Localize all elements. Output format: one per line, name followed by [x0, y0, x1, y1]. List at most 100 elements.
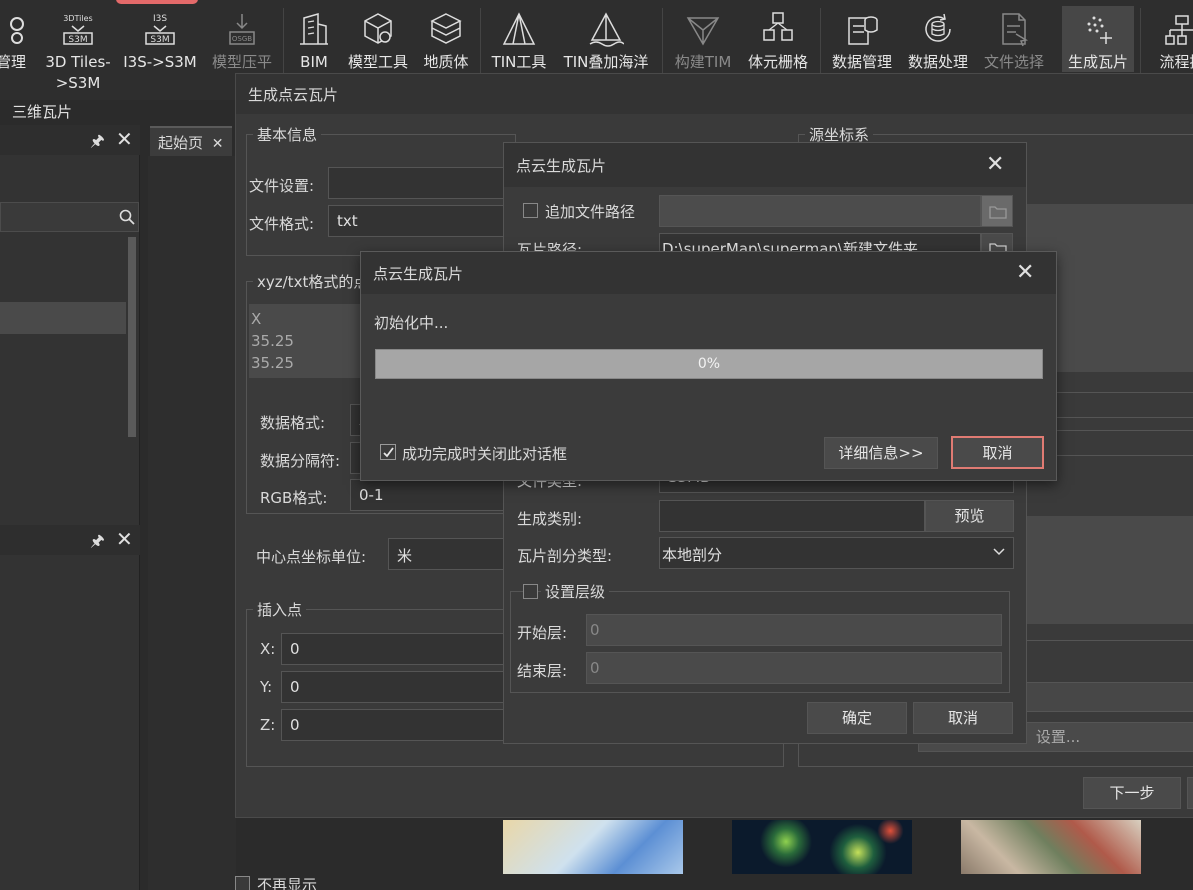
workflow-label: 流程接 [1159, 53, 1193, 71]
cancel-button[interactable]: 取消 [951, 436, 1044, 469]
tin-tools-icon [502, 12, 536, 45]
ok-button[interactable]: 确定 [807, 702, 907, 734]
append-path-browse-button[interactable] [981, 195, 1013, 227]
map-thumbnail-2[interactable] [732, 820, 912, 874]
tin-ocean-icon [589, 12, 624, 47]
tab-start-page[interactable]: 起始页 ✕ [150, 126, 232, 156]
cancel-button[interactable]: 取消 [913, 702, 1013, 734]
x-label: X: [260, 640, 276, 658]
model-tools-icon [364, 13, 392, 44]
y-input[interactable]: 0 [281, 671, 511, 703]
bim-icon [300, 13, 328, 45]
crs-divider [1016, 640, 1193, 660]
progress-percent: 0% [697, 356, 721, 372]
document-area [148, 156, 236, 890]
data-manage-label: 数据管理 [831, 53, 892, 71]
extra-button[interactable] [1187, 777, 1193, 809]
dialog-title: 点云生成瓦片 [504, 143, 1026, 187]
close-on-finish-label: 成功完成时关闭此对话框 [402, 445, 568, 463]
tin-tools-label: TIN工具 [491, 53, 547, 71]
voxel-grid-icon [763, 12, 793, 41]
geology-icon [430, 13, 462, 44]
close-icon[interactable]: ✕ [986, 152, 1004, 177]
left-scrollbar[interactable] [128, 237, 136, 437]
insert-point-title: 插入点 [253, 599, 307, 620]
gen-category-field[interactable] [659, 500, 925, 532]
manage-label: 管理 [0, 53, 26, 71]
osgb-icon-text: OSGB [232, 35, 252, 43]
dont-show-label: 不再显示 [257, 876, 318, 890]
pin-icon[interactable]: 🖈 [90, 130, 105, 157]
search-icon[interactable] [119, 209, 135, 225]
gen-category-label: 生成类别: [517, 510, 583, 528]
file-setting-label: 文件设置: [249, 177, 315, 195]
center-unit-select[interactable]: 米 [388, 538, 508, 570]
3dtiles-to-s3m-label: 3D Tiles- >S3M [45, 53, 111, 92]
append-path-label: 追加文件路径 [545, 203, 636, 221]
end-level-input[interactable]: 0 [586, 652, 1002, 684]
file-format-label: 文件格式: [249, 215, 315, 233]
close-icon[interactable]: ✕ [1016, 260, 1034, 285]
separator-label: 数据分隔符: [260, 452, 341, 470]
i3s-to-s3m-button[interactable]: I3S S3M I3S->S3M [120, 0, 200, 100]
end-level-label: 结束层: [517, 662, 568, 680]
append-path-checkbox[interactable] [523, 203, 538, 218]
tab-close-icon[interactable]: ✕ [212, 136, 224, 152]
geology-label: 地质体 [423, 53, 469, 71]
generate-tiles-icon [1087, 16, 1112, 44]
generate-tiles-button[interactable]: 生成瓦片 [1062, 6, 1134, 72]
z-label: Z: [260, 716, 276, 734]
split-type-select[interactable]: 本地剖分 [659, 537, 1014, 569]
model-flatten-icon: OSGB [229, 14, 255, 45]
file-format-select[interactable]: txt [328, 205, 518, 237]
3dtiles-to-s3m-button[interactable]: 3DTiles S3M 3D Tiles- >S3M [40, 0, 116, 100]
split-type-value: 本地剖分 [662, 546, 723, 564]
preview-button[interactable]: 预览 [925, 500, 1014, 532]
map-thumbnail-3[interactable] [961, 820, 1141, 874]
left-panel: 🖈 ✕ 🖈 ✕ [0, 125, 140, 890]
data-process-label: 数据处理 [907, 53, 968, 71]
x-input[interactable]: 0 [281, 633, 511, 665]
close-icon-2[interactable]: ✕ [116, 527, 133, 551]
chevron-down-icon [993, 548, 1005, 556]
build-tim-icon [686, 17, 720, 46]
next-step-button[interactable]: 下一步 [1083, 777, 1181, 809]
start-level-label: 开始层: [517, 624, 568, 642]
xyz-format-title: xyz/txt格式的点 [253, 271, 373, 292]
status-text: 初始化中... [374, 314, 449, 332]
split-type-label: 瓦片剖分类型: [517, 547, 613, 565]
details-button[interactable]: 详细信息>> [824, 437, 938, 469]
dont-show-checkbox[interactable] [235, 876, 250, 890]
panel-header-bottom: 🖈 ✕ [0, 525, 140, 555]
manage-button[interactable]: 管理 [0, 0, 42, 100]
crs-field-3[interactable] [1016, 682, 1193, 712]
data-preview-box: X 35.25 35.25 [249, 304, 369, 378]
left-search-input[interactable] [0, 202, 139, 232]
set-level-label: 设置层级 [541, 581, 610, 602]
set-level-checkbox[interactable] [523, 584, 538, 599]
left-selected-item[interactable] [0, 302, 126, 334]
start-level-input[interactable]: 0 [586, 614, 1002, 646]
folder-icon [989, 206, 1007, 219]
3dtiles-s3m-icon: 3DTiles S3M [63, 14, 93, 45]
map-thumbnail-1[interactable] [503, 820, 683, 874]
tab-start-page-label: 起始页 [158, 134, 204, 152]
dialog-title: 生成点云瓦片 [236, 74, 1193, 114]
preview-line: X [251, 310, 262, 328]
panel-header-top: 🖈 ✕ [0, 125, 140, 155]
file-setting-field[interactable] [328, 167, 518, 199]
i3s-icon-text: I3S [153, 14, 167, 24]
append-path-field[interactable] [659, 195, 981, 227]
rgb-format-select[interactable]: 0-1 [350, 479, 520, 511]
crs-preview-box [1016, 516, 1193, 624]
data-format-label: 数据格式: [260, 414, 326, 432]
pin-icon-2[interactable]: 🖈 [90, 530, 105, 557]
close-icon[interactable]: ✕ [116, 127, 133, 151]
ribbon-group-label: 三维瓦片 [12, 103, 73, 121]
progress-dialog: 点云生成瓦片 ✕ 初始化中... 0% 成功完成时关闭此对话框 详细信息>> 取… [360, 251, 1057, 481]
close-on-finish-checkbox[interactable] [380, 444, 396, 460]
model-tools-label: 模型工具 [347, 53, 408, 71]
progress-bar: 0% [375, 349, 1043, 379]
z-input[interactable]: 0 [281, 709, 511, 741]
i3s-to-s3m-label: I3S->S3M [123, 53, 197, 71]
